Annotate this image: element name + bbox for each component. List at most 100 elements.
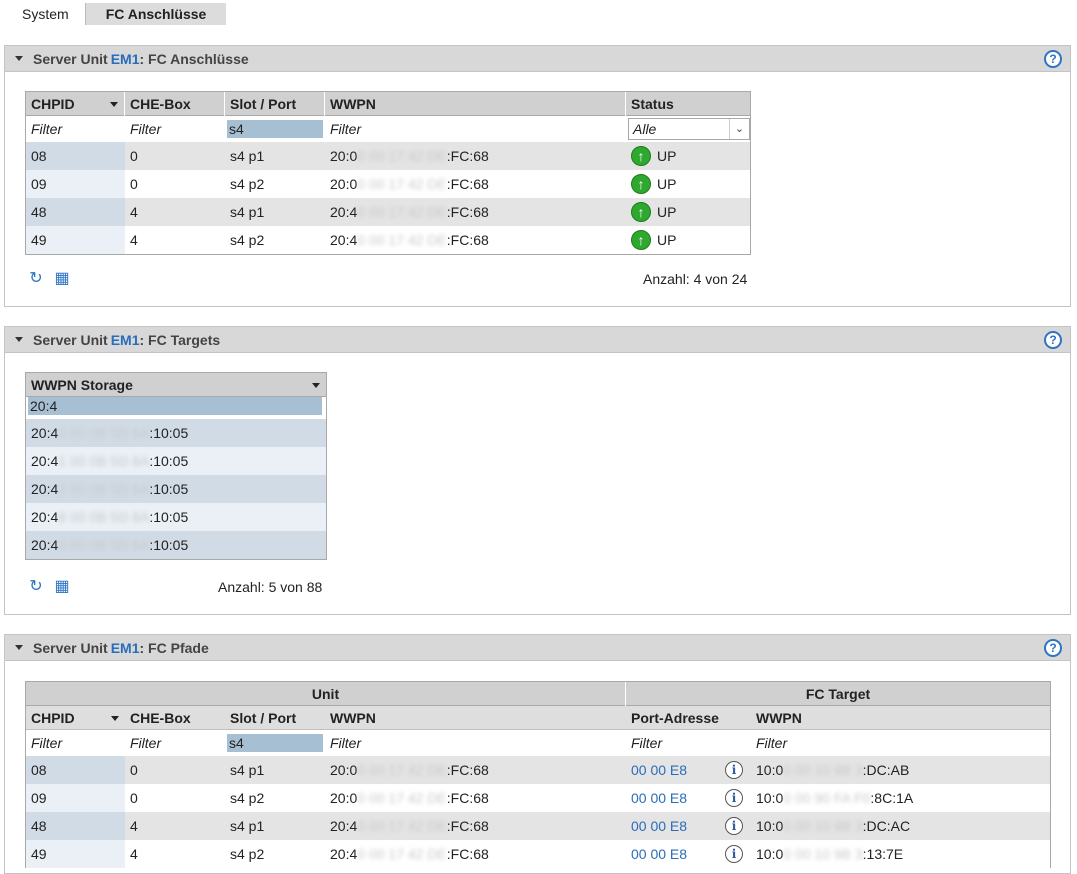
- cell-target-wwpn: 10:00 00 10 9B 3:13:7E: [756, 846, 904, 862]
- filter-row: 20:4: [26, 397, 326, 419]
- refresh-clock-icon[interactable]: ↻: [25, 576, 47, 596]
- cell-status: ↑ UP: [626, 142, 750, 170]
- col-slot-port[interactable]: Slot / Port: [225, 706, 325, 730]
- cell-port-adresse: 00 00 E8 i: [626, 840, 751, 868]
- help-icon[interactable]: ?: [1044, 331, 1062, 349]
- collapse-caret-icon[interactable]: [15, 337, 23, 342]
- info-icon[interactable]: i: [725, 761, 743, 779]
- panel-fc-anschluesse: Server Unit EM1 : FC Anschlüsse ? CHPID …: [4, 45, 1071, 307]
- table-row[interactable]: 48 4 s4 p1 20:40 00 17 42 DE:FC:68 00 00…: [26, 812, 1050, 840]
- col-che-box[interactable]: CHE-Box: [125, 706, 225, 730]
- col-wwpn-storage[interactable]: WWPN Storage: [26, 373, 326, 397]
- cell-port-adresse: 00 00 E8 i: [626, 812, 751, 840]
- filter-wwpn-storage-input[interactable]: 20:4: [26, 397, 326, 419]
- filter-chpid-input[interactable]: Filter: [26, 730, 125, 756]
- filter-che-box-input[interactable]: Filter: [125, 116, 225, 142]
- col-chpid[interactable]: CHPID: [26, 91, 125, 116]
- table-row[interactable]: 08 0 s4 p1 20:00 00 17 42 DE:FC:68 ↑ UP: [26, 142, 750, 170]
- col-che-box[interactable]: CHE-Box: [125, 91, 225, 116]
- tab-fc-anschluesse[interactable]: FC Anschlüsse: [84, 3, 227, 25]
- fc-paths-table: Unit FC Target CHPID CHE-Box Slot / Port…: [25, 681, 1051, 868]
- arrow-up-status-icon: ↑: [631, 146, 651, 166]
- cell-target-wwpn: 10:00 00 10 9B 3:DC:AB: [756, 762, 910, 778]
- fc-ports-table: CHPID CHE-Box Slot / Port WWPN Status Fi…: [25, 91, 751, 255]
- table-row[interactable]: 49 4 s4 p2 20:40 00 17 42 DE:FC:68 ↑ UP: [26, 226, 750, 254]
- cell-che-box: 4: [130, 818, 138, 834]
- list-item[interactable]: 20:40 00 0B 5D 6A:10:05: [26, 419, 326, 447]
- cell-wwpn-storage: 20:49 00 0B 5D 6A:10:05: [31, 537, 189, 553]
- filter-target-wwpn-input[interactable]: Filter: [751, 730, 1050, 756]
- collapse-caret-icon[interactable]: [15, 645, 23, 650]
- filter-row: Filter Filter s4 Filter Filter Filter: [26, 730, 1050, 756]
- col-target-wwpn[interactable]: WWPN: [751, 706, 1050, 730]
- table-group-header: Unit FC Target: [26, 682, 1050, 706]
- table-row[interactable]: 08 0 s4 p1 20:00 00 17 42 DE:FC:68 00 00…: [26, 756, 1050, 784]
- unit-link[interactable]: EM1: [111, 332, 140, 348]
- col-wwpn[interactable]: WWPN: [325, 91, 626, 116]
- list-item[interactable]: 20:49 00 0B 5D 6A:10:05: [26, 531, 326, 559]
- table-row[interactable]: 09 0 s4 p2 20:00 00 17 42 DE:FC:68 00 00…: [26, 784, 1050, 812]
- info-icon[interactable]: i: [725, 845, 743, 863]
- table-row[interactable]: 09 0 s4 p2 20:00 00 17 42 DE:FC:68 ↑ UP: [26, 170, 750, 198]
- cell-wwpn-storage: 20:40 00 0B 5D 6A:10:05: [31, 425, 189, 441]
- filter-che-box-input[interactable]: Filter: [125, 730, 225, 756]
- cell-status: ↑ UP: [626, 198, 750, 226]
- port-address-link[interactable]: 00 00 E8: [631, 762, 687, 778]
- table-header: CHPID CHE-Box Slot / Port WWPN Port-Adre…: [26, 706, 1050, 730]
- port-address-link[interactable]: 00 00 E8: [631, 846, 687, 862]
- filter-chpid-input[interactable]: Filter: [26, 116, 125, 142]
- group-fc-target: FC Target: [805, 686, 871, 702]
- table-row[interactable]: 49 4 s4 p2 20:40 00 17 42 DE:FC:68 00 00…: [26, 840, 1050, 868]
- col-status[interactable]: Status: [626, 92, 750, 116]
- cell-che-box: 0: [130, 762, 138, 778]
- list-item[interactable]: 20:41 00 0B 5D 6A:10:05: [26, 447, 326, 475]
- table-header: WWPN Storage: [26, 373, 326, 397]
- main-tabs: System FC Anschlüsse: [8, 3, 227, 25]
- info-icon[interactable]: i: [725, 817, 743, 835]
- col-wwpn[interactable]: WWPN: [325, 706, 626, 730]
- cell-target-wwpn: 10:00 00 90 FA F0:8C:1A: [756, 790, 914, 806]
- list-item[interactable]: 20:48 00 0B 5D 6A:10:05: [26, 503, 326, 531]
- table-row[interactable]: 48 4 s4 p1 20:40 00 17 42 DE:FC:68 ↑ UP: [26, 198, 750, 226]
- cell-status: ↑ UP: [626, 226, 750, 254]
- status-filter-select[interactable]: Alle ⌄: [628, 118, 750, 140]
- col-chpid[interactable]: CHPID: [26, 706, 125, 730]
- panel-header[interactable]: Server Unit EM1 : FC Pfade ?: [5, 635, 1070, 661]
- fc-targets-table: WWPN Storage 20:4 20:40 00 0B 5D 6A:10:0…: [25, 372, 327, 560]
- filter-row: Filter Filter s4 Filter Alle ⌄: [26, 116, 750, 142]
- help-icon[interactable]: ?: [1044, 639, 1062, 657]
- col-port-adresse[interactable]: Port-Adresse: [626, 706, 751, 730]
- cell-slot-port: s4 p1: [230, 762, 265, 778]
- panel-header[interactable]: Server Unit EM1 : FC Anschlüsse ?: [5, 46, 1070, 72]
- port-address-link[interactable]: 00 00 E8: [631, 818, 687, 834]
- unit-link[interactable]: EM1: [111, 640, 140, 656]
- refresh-clock-icon[interactable]: ↻: [25, 268, 47, 288]
- col-slot-port[interactable]: Slot / Port: [225, 91, 325, 116]
- collapse-caret-icon[interactable]: [15, 56, 23, 61]
- port-address-link[interactable]: 00 00 E8: [631, 790, 687, 806]
- table-export-icon[interactable]: ▦: [51, 576, 73, 596]
- list-item[interactable]: 20:42 00 0B 5D 6A:10:05: [26, 475, 326, 503]
- cell-wwpn: 20:40 00 17 42 DE:FC:68: [330, 818, 489, 834]
- filter-port-input[interactable]: Filter: [626, 730, 751, 756]
- table-toolbar: ↻ ▦: [25, 268, 73, 288]
- panel-header[interactable]: Server Unit EM1 : FC Targets ?: [5, 327, 1070, 353]
- filter-wwpn-input[interactable]: Filter: [325, 116, 626, 142]
- row-count: Anzahl: 4 von 24: [643, 271, 748, 287]
- unit-link[interactable]: EM1: [111, 51, 140, 67]
- panel-title-suffix: : FC Targets: [139, 331, 221, 348]
- panel-title-suffix: : FC Pfade: [139, 639, 209, 656]
- cell-chpid: 08: [26, 142, 125, 170]
- filter-wwpn-input[interactable]: Filter: [325, 730, 626, 756]
- filter-slot-input[interactable]: s4: [225, 730, 325, 756]
- cell-chpid: 48: [26, 812, 125, 840]
- help-icon[interactable]: ?: [1044, 50, 1062, 68]
- cell-slot-port: s4 p1: [230, 204, 265, 220]
- info-icon[interactable]: i: [725, 789, 743, 807]
- tab-system[interactable]: System: [8, 3, 85, 25]
- cell-wwpn-storage: 20:48 00 0B 5D 6A:10:05: [31, 509, 189, 525]
- table-export-icon[interactable]: ▦: [51, 268, 73, 288]
- filter-slot-input[interactable]: s4: [225, 116, 325, 142]
- row-count: Anzahl: 5 von 88: [218, 579, 323, 595]
- cell-slot-port: s4 p1: [230, 148, 265, 164]
